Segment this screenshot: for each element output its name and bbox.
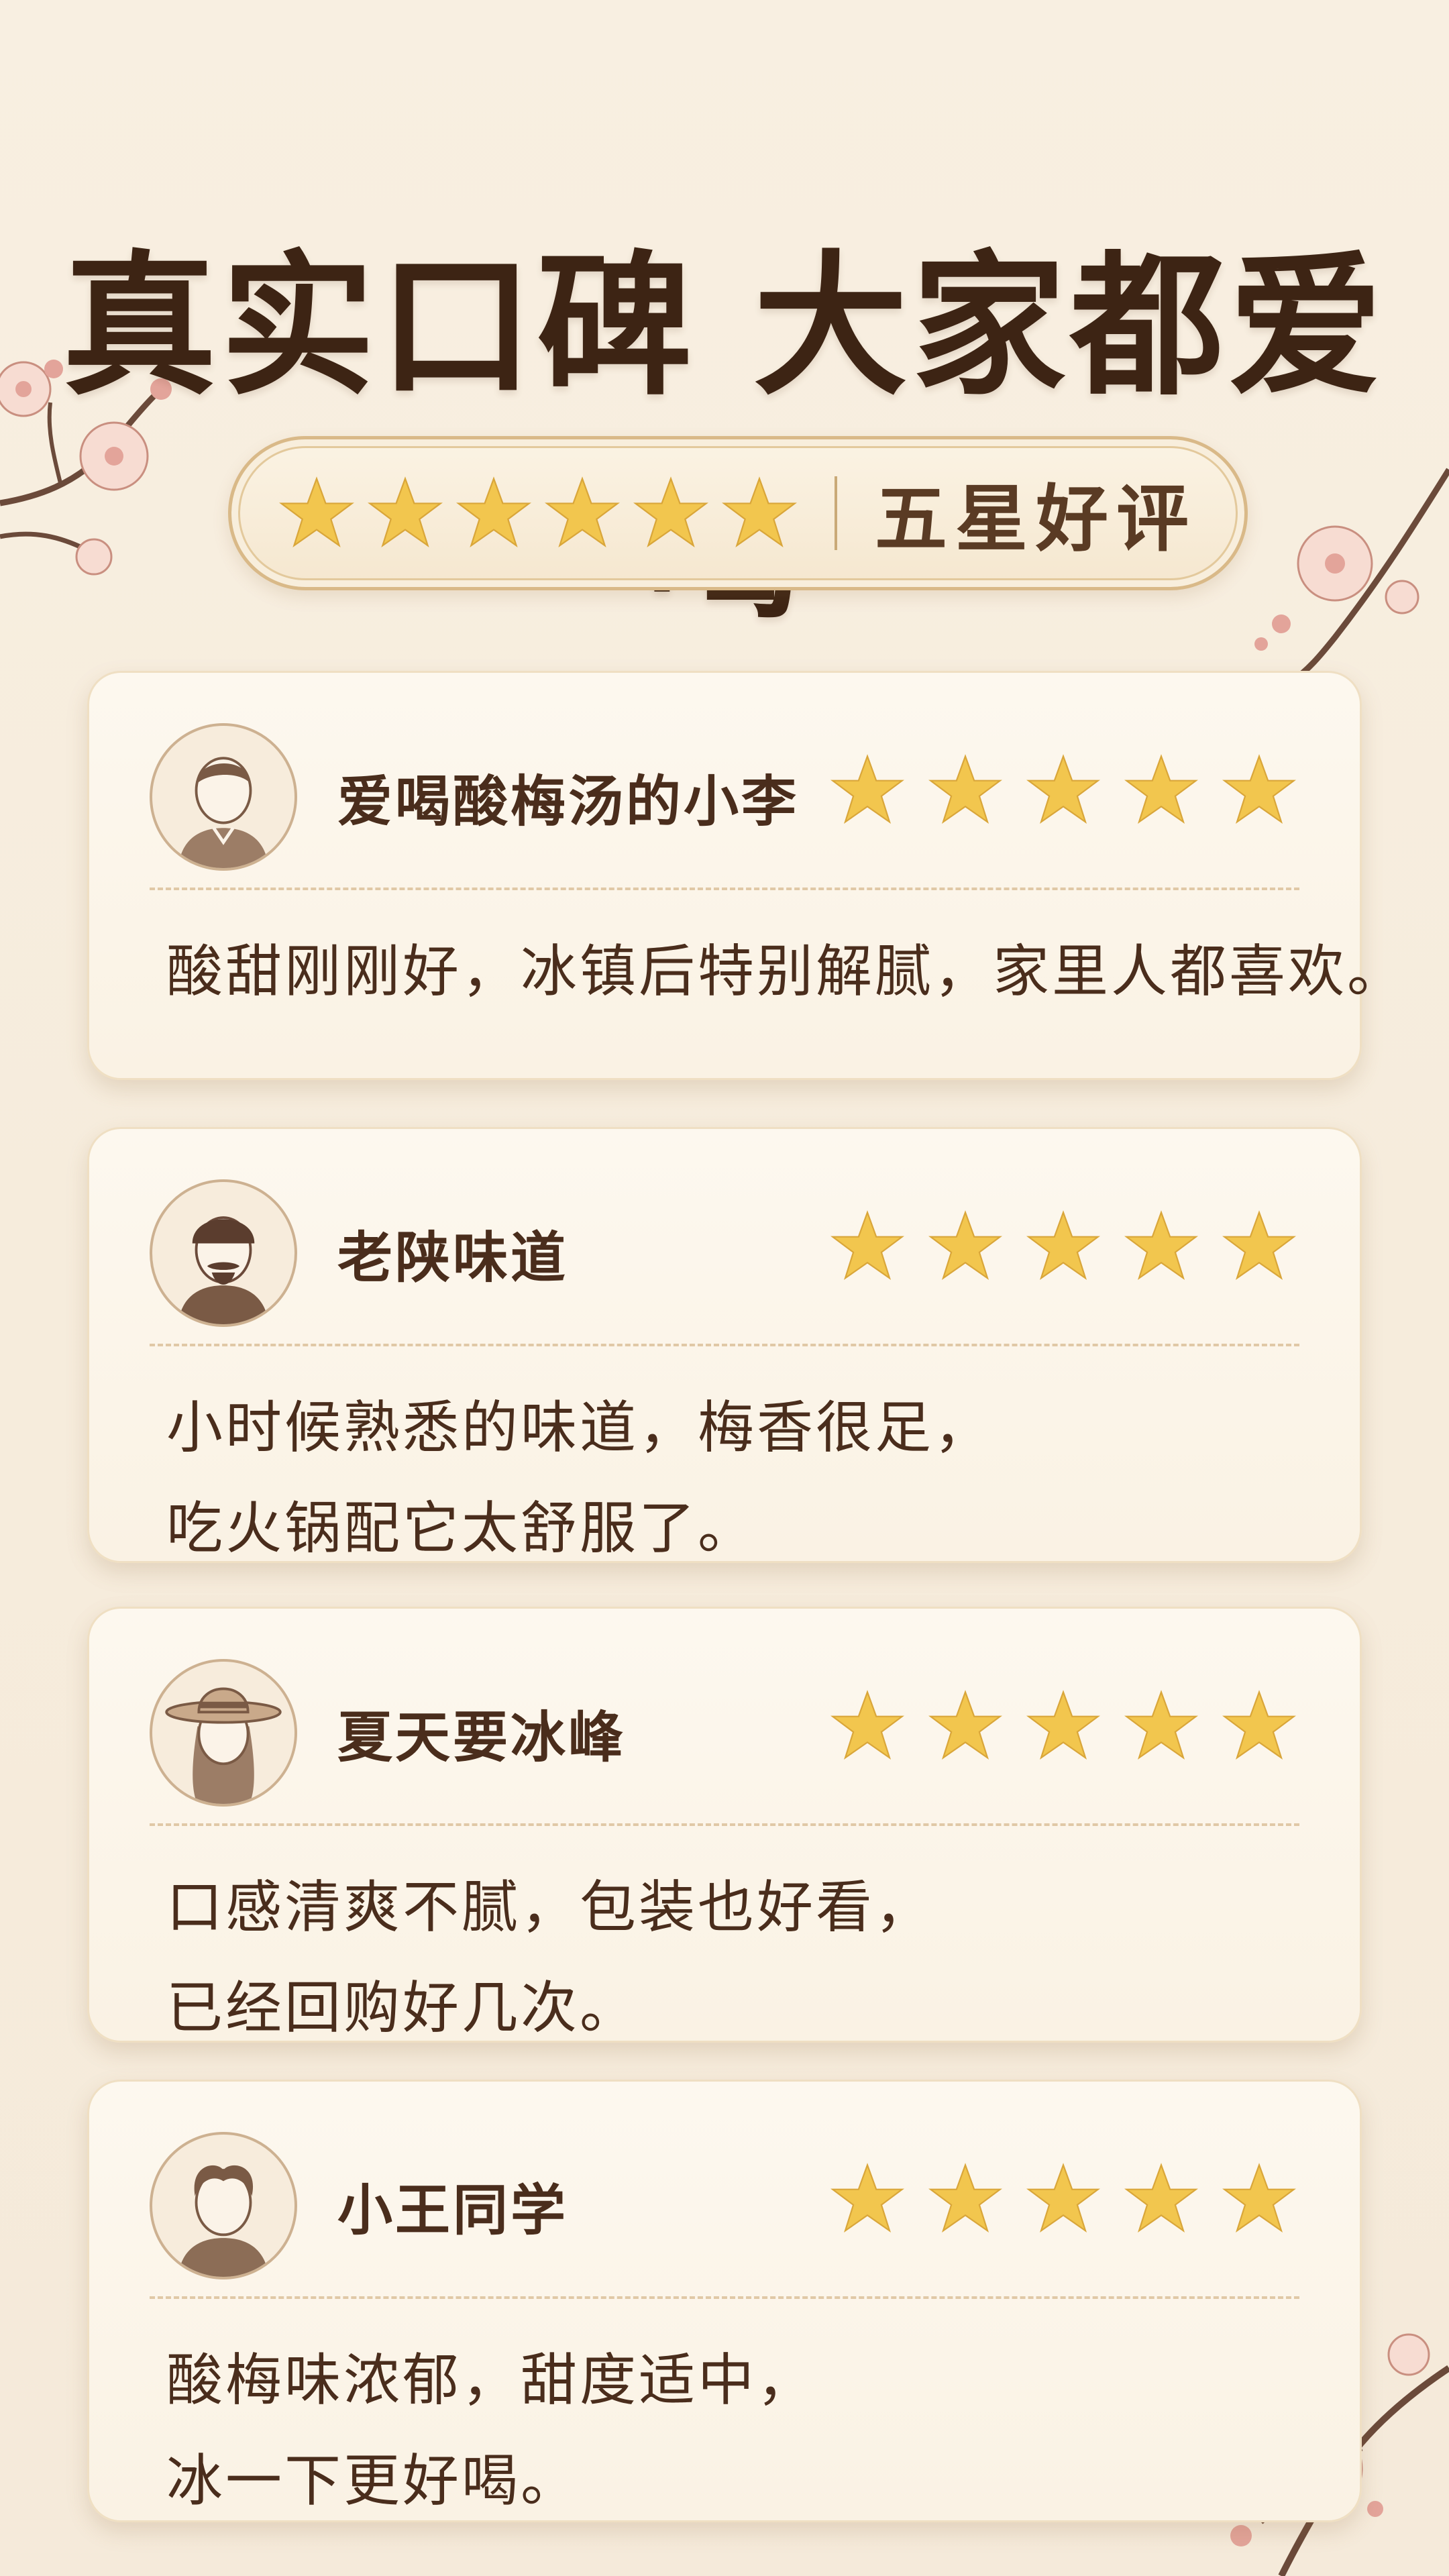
- boy-curly-hair-icon: [150, 2132, 297, 2279]
- review-card: 老陕味道 小时候熟悉的味道，梅香很足， 吃火锅配它太舒服了。: [87, 1127, 1362, 1563]
- star-icon: [1026, 1210, 1100, 1281]
- review-card: 夏天要冰峰 口感清爽不腻，包装也好看， 已经回购好几次。: [87, 1607, 1362, 2043]
- star-icon: [1222, 2163, 1296, 2233]
- five-star-badge: 五星好评: [228, 436, 1248, 590]
- star-rating: [830, 1689, 1296, 1763]
- star-icon: [1222, 1690, 1296, 1760]
- star-icon: [928, 1690, 1002, 1760]
- star-icon: [544, 476, 620, 547]
- star-icon: [928, 754, 1002, 824]
- star-icon: [928, 2163, 1002, 2233]
- reviewer-name: 老陕味道: [337, 1226, 569, 1290]
- review-text: 口感清爽不腻，包装也好看， 已经回购好几次。: [166, 1857, 1320, 2058]
- star-icon: [1124, 1690, 1198, 1760]
- review-line: 吃火锅配它太舒服了。: [166, 1495, 757, 1561]
- star-icon: [830, 1690, 904, 1760]
- star-icon: [1026, 2163, 1100, 2233]
- dashed-divider: [150, 1823, 1299, 1826]
- woman-sunhat-icon: [150, 1659, 297, 1807]
- reviewer-name: 爱喝酸梅汤的小李: [337, 769, 800, 834]
- star-icon: [633, 476, 708, 547]
- review-line: 已经回购好几次。: [166, 1975, 639, 2041]
- man-cap-mustache-icon: [150, 1179, 297, 1327]
- star-icon: [1026, 754, 1100, 824]
- star-icon: [721, 476, 797, 547]
- star-icon: [1026, 1690, 1100, 1760]
- star-icon: [367, 476, 443, 547]
- review-card: 小王同学 酸梅味浓郁，甜度适中， 冰一下更好喝。: [87, 2080, 1362, 2522]
- star-rating: [830, 2162, 1296, 2236]
- star-icon: [278, 476, 354, 547]
- star-rating: [830, 753, 1296, 827]
- star-icon: [1222, 1210, 1296, 1281]
- review-line: 酸梅味浓郁，甜度适中，: [166, 2347, 816, 2413]
- star-icon: [928, 1210, 1002, 1281]
- badge-label: 五星好评: [874, 477, 1197, 561]
- reviewer-name: 夏天要冰峰: [337, 1705, 627, 1770]
- review-card: 爱喝酸梅汤的小李 酸甜刚刚好，冰镇后特别解腻，家里人都喜欢。: [87, 671, 1407, 1080]
- dashed-divider: [150, 888, 1299, 890]
- review-line: 酸甜刚刚好，冰镇后特别解腻，家里人都喜欢。: [166, 938, 1407, 1004]
- star-icon: [1124, 2163, 1198, 2233]
- star-icon: [455, 476, 531, 547]
- star-icon: [830, 1210, 904, 1281]
- dashed-divider: [150, 2296, 1299, 2299]
- review-text: 小时候熟悉的味道，梅香很足， 吃火锅配它太舒服了。: [166, 1377, 1320, 1578]
- star-icon: [1124, 1210, 1198, 1281]
- star-icon: [1222, 754, 1296, 824]
- star-icon: [1124, 754, 1198, 824]
- star-rating: [830, 1210, 1296, 1283]
- review-text: 酸梅味浓郁，甜度适中， 冰一下更好喝。: [166, 2330, 1320, 2531]
- review-text: 酸甜刚刚好，冰镇后特别解腻，家里人都喜欢。: [166, 921, 1407, 1022]
- badge-star-rating: [278, 476, 797, 551]
- review-line: 小时候熟悉的味道，梅香很足，: [166, 1395, 994, 1460]
- man-short-hair-icon: [150, 723, 297, 871]
- review-line: 冰一下更好喝。: [166, 2448, 580, 2514]
- reviewer-name: 小王同学: [337, 2178, 569, 2243]
- dashed-divider: [150, 1344, 1299, 1346]
- review-line: 口感清爽不腻，包装也好看，: [166, 1874, 934, 1940]
- star-icon: [830, 2163, 904, 2233]
- badge-divider: [834, 476, 837, 550]
- star-icon: [830, 754, 904, 824]
